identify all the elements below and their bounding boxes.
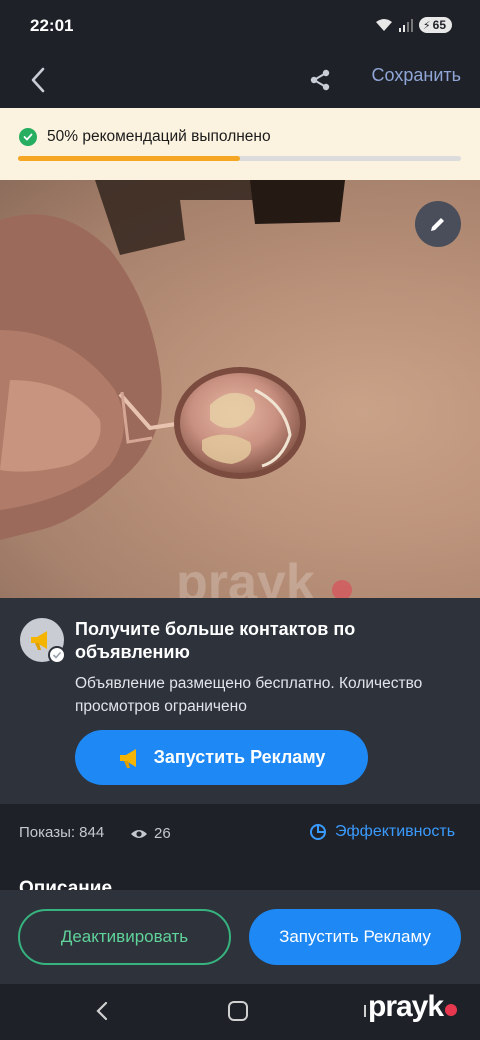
pie-chart-icon <box>310 824 326 840</box>
back-button[interactable] <box>20 62 56 98</box>
deactivate-button[interactable]: Деактивировать <box>18 909 231 965</box>
battery-bolt-icon: ⚡ <box>422 19 431 32</box>
status-icons: ⚡ 65 <box>375 17 452 33</box>
description-heading: Описание <box>19 878 113 890</box>
efficiency-label: Эффективность <box>335 823 456 840</box>
megaphone-icon <box>119 748 136 768</box>
nav-home-icon[interactable] <box>228 1001 248 1021</box>
share-icon <box>310 69 330 91</box>
progress-bar-fill <box>18 156 240 161</box>
launch-ad-bottom-button[interactable]: Запустить Рекламу <box>249 909 461 965</box>
edit-photo-button[interactable] <box>415 201 461 247</box>
bottom-action-bar: Деактивировать Запустить Рекламу <box>0 890 480 984</box>
battery-indicator: ⚡ 65 <box>418 17 452 33</box>
wifi-icon <box>375 19 392 31</box>
share-button[interactable] <box>302 62 338 98</box>
views-count: 26 <box>154 825 171 842</box>
listing-photo[interactable]: prayk <box>0 180 480 598</box>
photo-illustration: prayk <box>0 180 480 598</box>
promo-title: Получите больше контактов по объявлению <box>75 619 356 662</box>
battery-level: 65 <box>432 18 446 32</box>
check-badge-icon <box>48 646 66 664</box>
launch-ad-label: Запустить Рекламу <box>153 747 326 767</box>
check-circle-icon <box>19 128 37 146</box>
status-bar: 22:01 ⚡ 65 <box>0 0 480 52</box>
efficiency-link[interactable]: Эффективность <box>309 823 455 841</box>
promotion-card: Получите больше контактов по объявлению … <box>0 598 480 804</box>
chevron-left-icon <box>31 67 45 93</box>
views-stat: 26 <box>130 825 171 842</box>
save-button[interactable]: Сохранить <box>372 65 461 86</box>
recommendations-progress-panel[interactable]: 50% рекомендаций выполнено <box>0 108 480 180</box>
status-time: 22:01 <box>30 16 74 35</box>
brand-dot-icon <box>445 1004 458 1016</box>
impressions-count: Показы: 844 <box>19 824 105 841</box>
nav-back-icon[interactable] <box>92 1000 112 1022</box>
prayk-logo: prayk <box>368 990 458 1024</box>
svg-text:prayk: prayk <box>176 554 315 598</box>
brand-logo-text: prayk <box>368 990 444 1023</box>
progress-text: 50% рекомендаций выполнено <box>47 128 271 145</box>
stats-row: Показы: 844 26 Эффективность <box>0 804 480 860</box>
launch-ad-button[interactable]: Запустить Рекламу <box>75 730 368 785</box>
eye-icon <box>131 829 147 838</box>
pencil-icon <box>431 218 444 231</box>
signal-icon <box>398 19 413 32</box>
app-bar: Сохранить <box>0 52 480 108</box>
promo-description: Объявление размещено бесплатно. Количест… <box>75 675 423 715</box>
progress-bar <box>18 156 461 161</box>
